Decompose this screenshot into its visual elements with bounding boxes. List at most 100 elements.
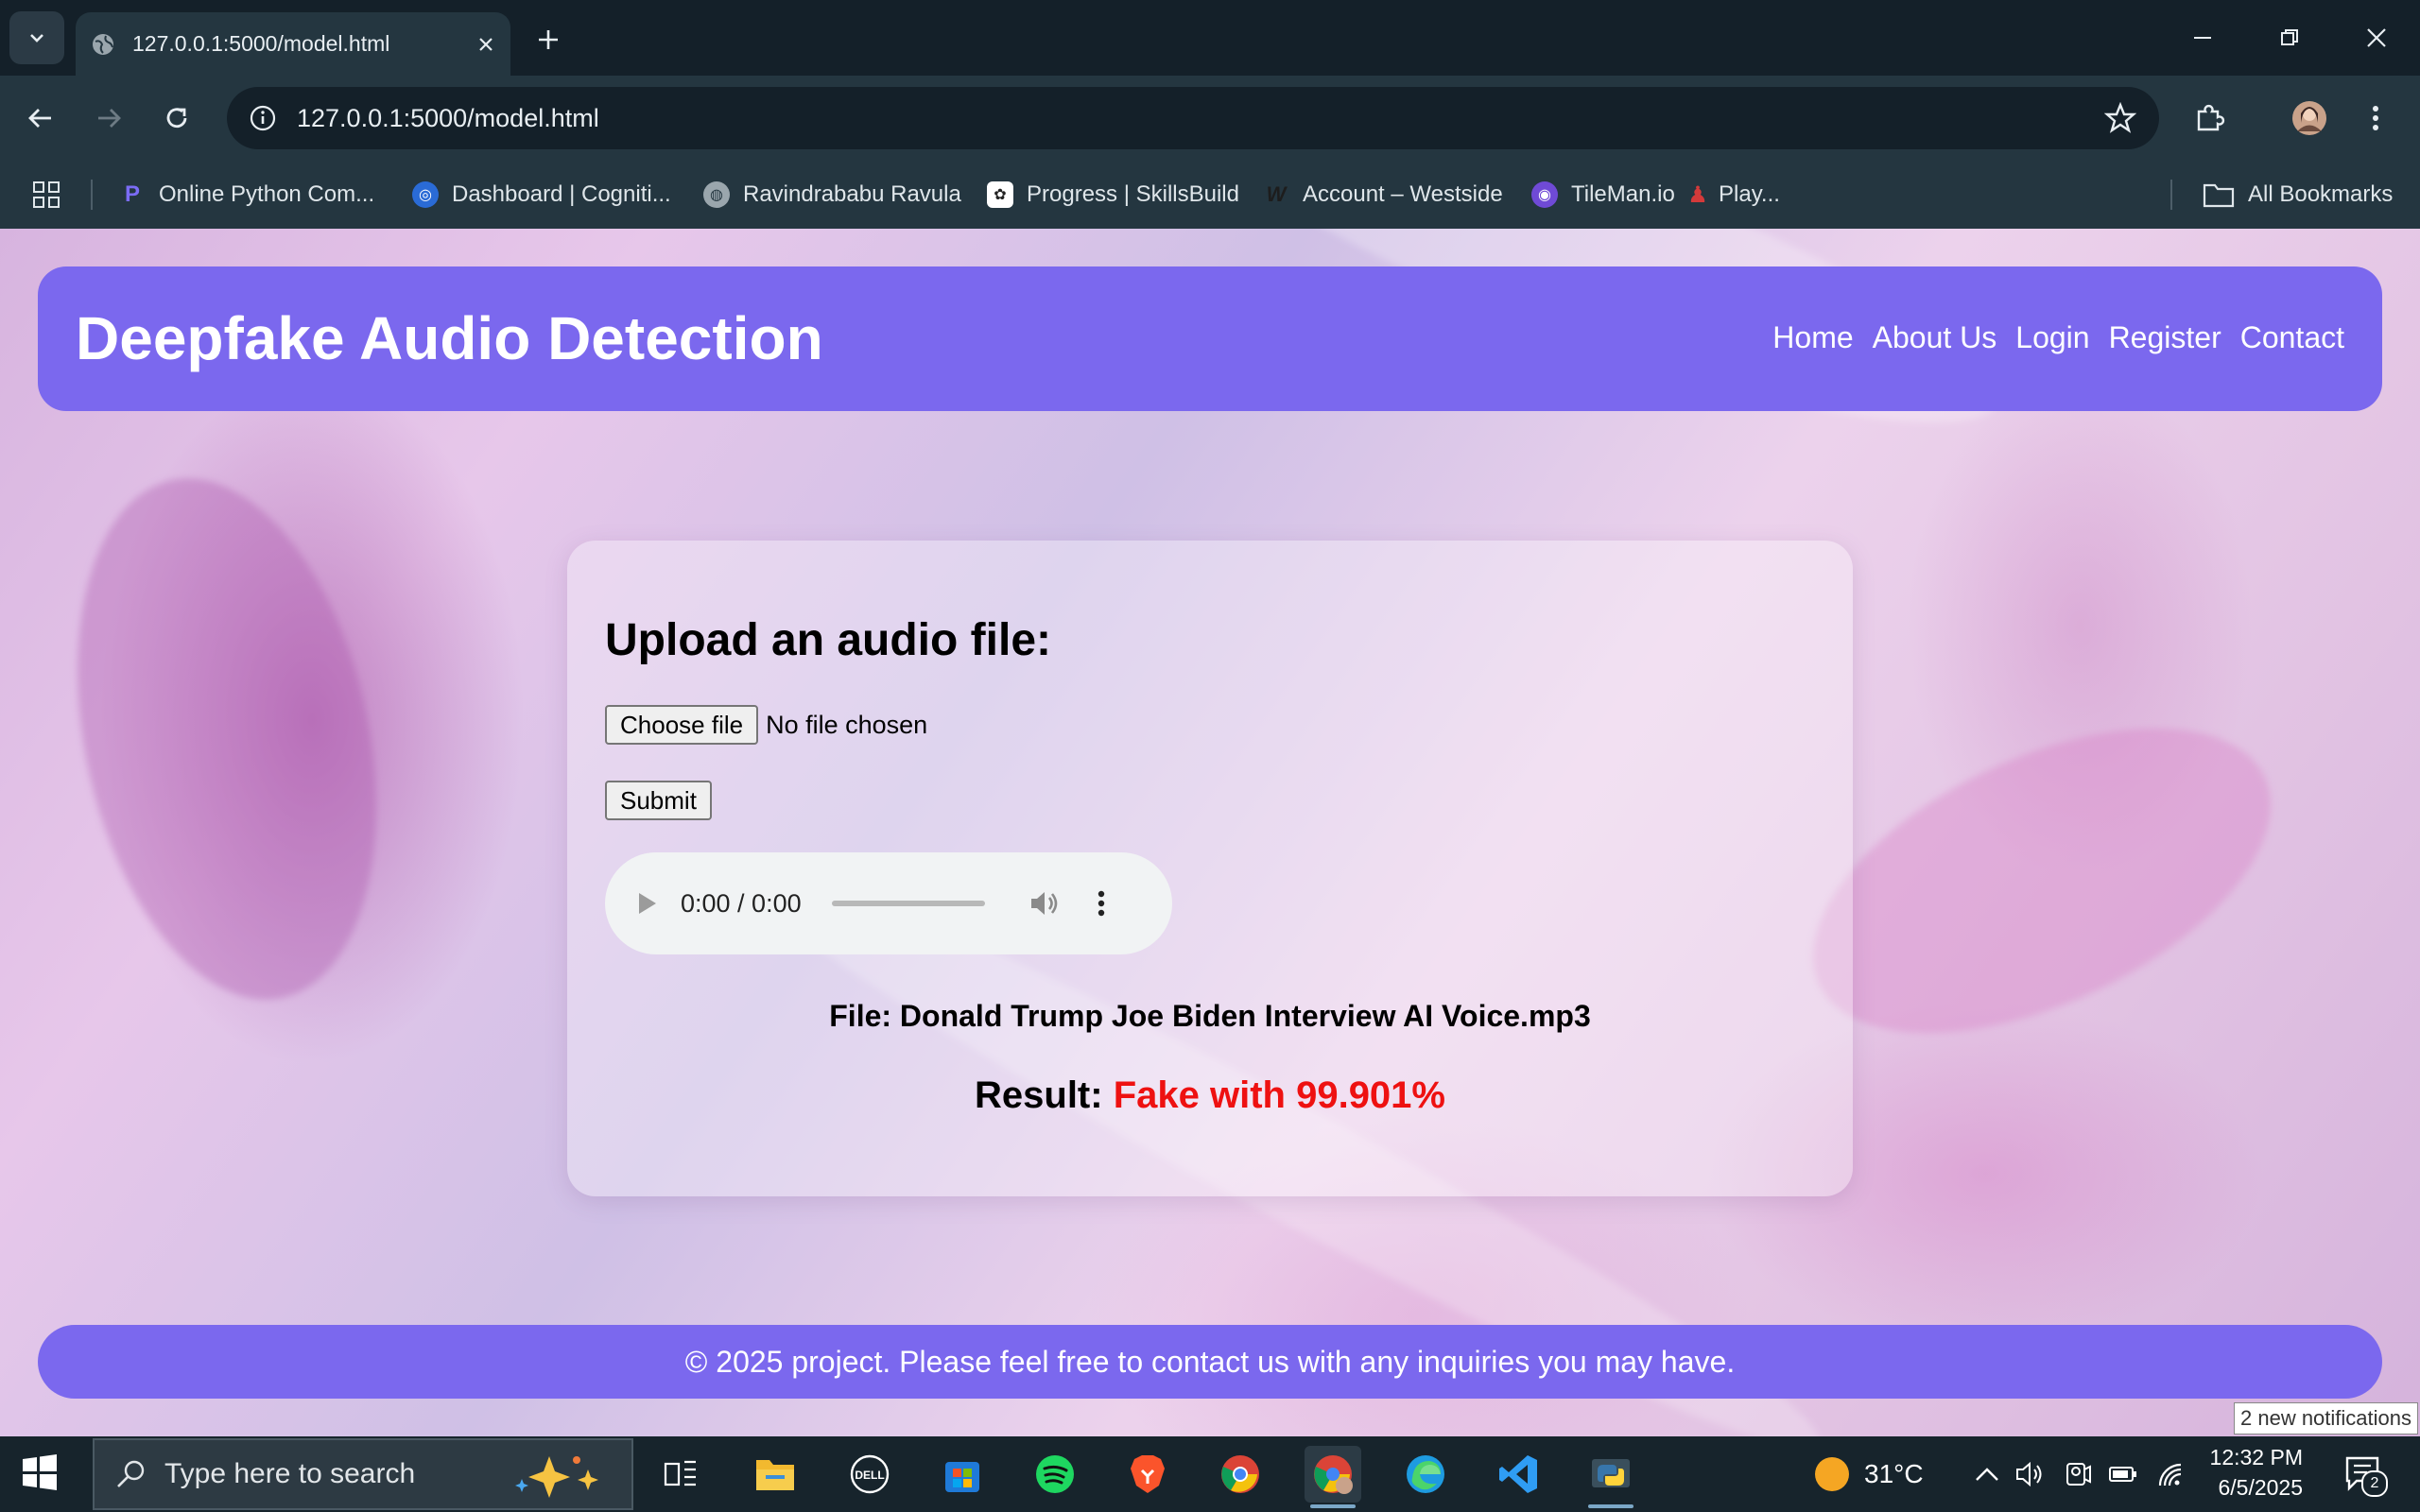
vscode-icon xyxy=(1499,1455,1537,1493)
camera-status[interactable] xyxy=(2063,1459,2093,1489)
browser-menu-button[interactable] xyxy=(2354,96,2397,140)
extensions-button[interactable] xyxy=(2187,96,2231,140)
clock-time: 12:32 PM xyxy=(2209,1445,2303,1469)
bookmark-item[interactable]: ♟ Play... xyxy=(1685,176,1780,214)
nav-about-link[interactable]: About Us xyxy=(1873,314,1997,361)
taskbar-spotify[interactable] xyxy=(1027,1446,1083,1503)
globe-icon: ◍ xyxy=(703,181,730,208)
new-tab-button[interactable] xyxy=(529,21,567,59)
wifi-icon xyxy=(2158,1463,2182,1486)
taskbar-edge[interactable] xyxy=(1397,1446,1454,1503)
folder-icon xyxy=(756,1460,794,1490)
cognitive-icon: ◎ xyxy=(412,181,439,208)
forward-button[interactable] xyxy=(87,96,130,140)
choose-file-button[interactable]: Choose file xyxy=(605,705,759,745)
bookmark-label: Online Python Com... xyxy=(159,181,375,207)
clock-date: 6/5/2025 xyxy=(2218,1475,2303,1500)
taskbar-python[interactable] xyxy=(1582,1446,1639,1508)
reload-icon xyxy=(166,108,187,129)
profile-avatar[interactable] xyxy=(2288,96,2331,140)
back-button[interactable] xyxy=(19,96,62,140)
windows-icon xyxy=(23,1454,57,1490)
sun-icon xyxy=(1815,1457,1849,1491)
upload-heading: Upload an audio file: xyxy=(605,615,1052,665)
puzzle-icon xyxy=(2197,104,2225,131)
svg-text:DELL: DELL xyxy=(855,1469,884,1482)
skillsbuild-icon: ✿ xyxy=(987,181,1013,208)
chrome-icon xyxy=(1221,1455,1259,1493)
audio-player: 0:00 / 0:00 xyxy=(605,852,1172,954)
avatar-icon xyxy=(2292,101,2326,135)
bookmark-divider xyxy=(2170,180,2172,210)
address-bar[interactable]: 127.0.0.1:5000/model.html xyxy=(227,87,2159,149)
tab-title: 127.0.0.1:5000/model.html xyxy=(132,31,390,56)
task-view-icon xyxy=(664,1460,696,1486)
more-vertical-icon[interactable] xyxy=(1097,889,1106,918)
taskbar-brave[interactable] xyxy=(1119,1446,1176,1503)
notification-toast[interactable]: 2 new notifications xyxy=(2234,1402,2418,1435)
plus-icon xyxy=(539,30,558,49)
bookmark-item[interactable]: ◉ TileMan.io xyxy=(1531,176,1675,214)
play-icon[interactable] xyxy=(637,891,658,916)
speaker-icon xyxy=(2016,1461,2042,1487)
restore-button[interactable] xyxy=(2269,17,2310,59)
chrome-profile-icon xyxy=(1314,1455,1353,1494)
start-button[interactable] xyxy=(21,1453,64,1497)
nav-login-link[interactable]: Login xyxy=(2015,314,2089,361)
taskbar-chrome-profile[interactable] xyxy=(1305,1446,1361,1508)
bookmark-item[interactable]: W Account – Westside xyxy=(1263,176,1503,214)
taskbar-chrome[interactable] xyxy=(1212,1446,1269,1503)
nav-contact-link[interactable]: Contact xyxy=(2240,314,2344,361)
taskbar-search[interactable]: Type here to search xyxy=(93,1438,633,1510)
minimize-icon xyxy=(2194,37,2211,39)
taskbar-vscode[interactable] xyxy=(1490,1446,1547,1503)
audio-seek-slider[interactable] xyxy=(831,901,985,906)
close-window-button[interactable] xyxy=(2356,17,2397,59)
nav-register-link[interactable]: Register xyxy=(2109,314,2221,361)
volume-icon[interactable] xyxy=(1028,889,1061,918)
close-icon[interactable] xyxy=(476,35,495,54)
taskbar-clock[interactable]: 12:32 PM 6/5/2025 xyxy=(2199,1442,2303,1503)
bookmark-item[interactable]: ◍ Ravindrababu Ravula xyxy=(703,176,961,214)
footer-text: © 2025 project. Please feel free to cont… xyxy=(684,1344,1736,1379)
bookmark-item[interactable]: ◎ Dashboard | Cogniti... xyxy=(412,176,671,214)
page-viewport: Deepfake Audio Detection Home About Us L… xyxy=(0,229,2420,1436)
weather-widget[interactable]: 31°C xyxy=(1813,1455,1924,1493)
all-bookmarks-label: All Bookmarks xyxy=(2248,181,2394,207)
site-nav: Home About Us Login Register Contact xyxy=(1772,314,2344,361)
battery-icon xyxy=(2109,1467,2136,1482)
nav-home-link[interactable]: Home xyxy=(1772,314,1853,361)
show-hidden-icons-button[interactable] xyxy=(1972,1459,2002,1489)
chevron-up-icon xyxy=(1976,1468,1998,1481)
bookmark-item[interactable]: P Online Python Com... xyxy=(119,176,374,214)
globe-icon xyxy=(93,33,113,55)
tab-search-button[interactable] xyxy=(9,11,64,64)
all-bookmarks-button[interactable]: All Bookmarks xyxy=(2203,176,2393,214)
volume-button[interactable] xyxy=(2015,1459,2046,1489)
search-icon xyxy=(117,1460,145,1487)
bookmark-label: Play... xyxy=(1719,181,1780,207)
bookmark-item[interactable]: ✿ Progress | SkillsBuild xyxy=(987,176,1239,214)
bookmark-label: Account – Westside xyxy=(1303,181,1503,207)
reload-button[interactable] xyxy=(155,96,199,140)
folder-icon xyxy=(2203,183,2235,208)
minimize-button[interactable] xyxy=(2182,17,2223,59)
taskbar-store[interactable] xyxy=(934,1446,991,1503)
task-view-button[interactable] xyxy=(652,1446,709,1503)
network-status[interactable] xyxy=(2155,1459,2186,1489)
store-icon xyxy=(945,1462,979,1492)
battery-status[interactable] xyxy=(2108,1459,2138,1489)
star-icon[interactable] xyxy=(2104,102,2136,134)
apps-button[interactable] xyxy=(32,176,60,214)
taskbar-dell[interactable]: DELL xyxy=(841,1446,898,1503)
notification-center-button[interactable]: 2 xyxy=(2339,1450,2388,1497)
python-icon xyxy=(1592,1459,1630,1487)
bookmark-divider xyxy=(91,180,93,210)
site-info-icon[interactable] xyxy=(250,105,276,131)
tab-model[interactable]: 127.0.0.1:5000/model.html xyxy=(76,12,510,76)
bookmarks-bar: P Online Python Com... ◎ Dashboard | Cog… xyxy=(0,161,2420,229)
submit-button[interactable]: Submit xyxy=(605,781,712,820)
site-title: Deepfake Audio Detection xyxy=(76,304,823,372)
sparkle-icon xyxy=(515,1456,598,1498)
taskbar-file-explorer[interactable] xyxy=(747,1446,804,1503)
